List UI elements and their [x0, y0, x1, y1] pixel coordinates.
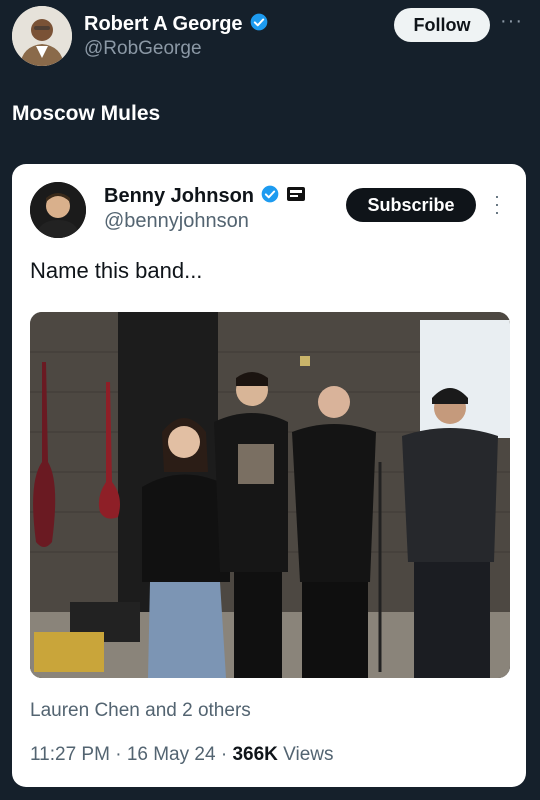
tweet-time[interactable]: 11:27 PM: [30, 744, 110, 765]
subscribe-button[interactable]: Subscribe: [346, 188, 476, 222]
affiliate-badge-icon[interactable]: [286, 185, 306, 208]
views-label: Views: [283, 744, 334, 765]
embed-author-avatar[interactable]: [30, 182, 86, 238]
embedded-tweet-card[interactable]: Benny Johnson @bennyjohnson Subscribe · ·…: [12, 164, 526, 787]
views-count: 366K: [232, 744, 278, 765]
tagged-users[interactable]: Lauren Chen and 2 others: [30, 700, 251, 722]
author-name-row[interactable]: Robert A George: [84, 12, 269, 37]
tweet-text: Moscow Mules: [12, 102, 161, 125]
more-vertical-icon[interactable]: · · ·: [494, 187, 500, 221]
verified-badge-icon: [260, 184, 280, 209]
author-name[interactable]: Robert A George: [84, 13, 243, 36]
embed-tweet-text: Name this band...: [30, 258, 203, 283]
tweet-meta: 11:27 PM · 16 May 24 · 366K Views: [30, 744, 333, 766]
embed-author-name-row[interactable]: Benny Johnson: [104, 184, 306, 209]
author-handle[interactable]: @RobGeorge: [84, 38, 202, 60]
verified-badge-icon: [249, 12, 269, 37]
tweet-date[interactable]: 16 May 24: [127, 744, 216, 765]
meta-separator: ·: [220, 744, 228, 765]
more-horizontal-icon[interactable]: ···: [500, 10, 523, 33]
author-avatar[interactable]: [12, 6, 72, 66]
meta-separator: ·: [115, 744, 122, 765]
follow-button[interactable]: Follow: [394, 8, 490, 42]
embed-author-handle[interactable]: @bennyjohnson: [104, 210, 249, 233]
embed-author-name[interactable]: Benny Johnson: [104, 185, 254, 208]
band-photo[interactable]: [30, 312, 510, 678]
